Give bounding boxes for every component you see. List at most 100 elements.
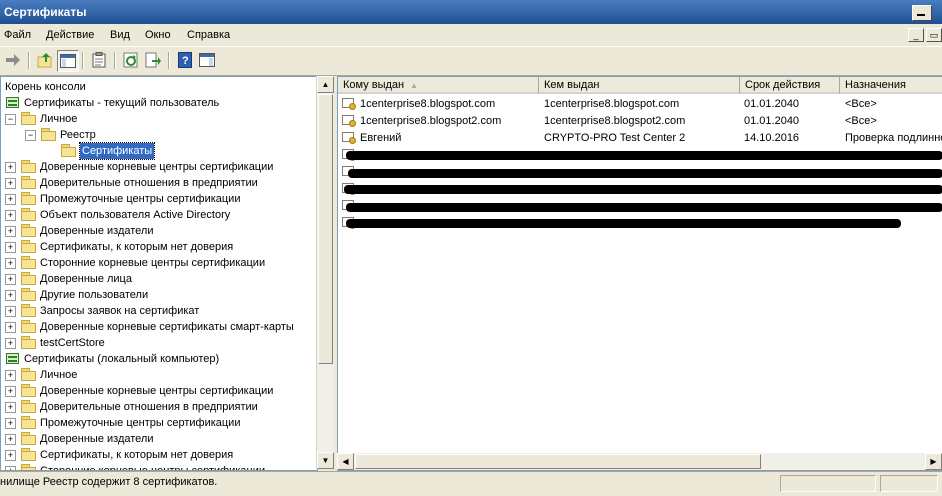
show-hide-tree-button[interactable] (57, 50, 79, 72)
scroll-down-button[interactable]: ▼ (317, 452, 334, 469)
menu-file[interactable]: Файл (4, 29, 31, 41)
folder-icon (21, 224, 37, 237)
redaction-mark (346, 151, 942, 160)
collapse-icon[interactable]: − (25, 130, 36, 141)
toolbar-separator (114, 52, 116, 69)
expand-icon[interactable]: + (5, 370, 16, 381)
expand-icon[interactable]: + (5, 226, 16, 237)
expand-icon[interactable]: + (5, 450, 16, 461)
expand-icon[interactable]: + (5, 306, 16, 317)
redacted-row[interactable] (338, 164, 942, 180)
up-folder-icon (37, 53, 52, 68)
export-list-button[interactable] (144, 51, 162, 69)
expand-icon[interactable]: + (5, 290, 16, 301)
tree-item-label: Доверенные корневые центры сертификации (40, 161, 274, 173)
cell-issued-by: 1centerprise8.blogspot.com (544, 98, 680, 110)
tree-item-label: Доверительные отношения в предприятии (40, 401, 258, 413)
tree-item-label: Запросы заявок на сертификат (40, 305, 200, 317)
tree-item-label: Сертификаты (локальный компьютер) (24, 353, 220, 365)
redacted-row[interactable] (338, 147, 942, 163)
folder-icon (21, 448, 37, 461)
scroll-right-button[interactable]: ▶ (925, 453, 942, 470)
menu-bar: Файл Действие Вид Окно Справка _ ▭ (0, 24, 942, 46)
folder-icon (21, 368, 37, 381)
scroll-up-button[interactable]: ▲ (317, 76, 334, 93)
certificate-list[interactable]: Кому выдан ▲ Кем выдан Срок действия Назн… (337, 76, 942, 471)
redaction-mark (346, 203, 942, 212)
folder-icon (21, 288, 37, 301)
expand-icon[interactable]: + (5, 434, 16, 445)
redacted-row[interactable] (338, 181, 942, 197)
expand-icon[interactable]: + (5, 402, 16, 413)
folder-icon (21, 304, 37, 317)
folder-icon (41, 128, 57, 141)
tree-item-label: Доверенные корневые центры сертификации (40, 385, 274, 397)
menu-action[interactable]: Действие (46, 29, 94, 41)
certificate-icon (342, 114, 358, 128)
tree-item-label: Сторонние корневые центры сертификации (40, 257, 266, 269)
expand-icon[interactable]: + (5, 322, 16, 333)
redacted-row[interactable] (338, 215, 942, 231)
menu-help[interactable]: Справка (187, 29, 230, 41)
redaction-mark (346, 219, 901, 228)
table-row[interactable]: 1centerprise8.blogspot2.com 1centerprise… (338, 113, 942, 129)
console-tree[interactable]: Корень консоли Сертификаты - текущий пол… (0, 76, 318, 471)
refresh-button[interactable] (122, 51, 140, 69)
properties-button[interactable] (90, 51, 108, 69)
list-horizontal-scrollbar[interactable]: ◀ ▶ (337, 453, 942, 470)
table-row[interactable]: 1centerprise8.blogspot.com 1centerprise8… (338, 96, 942, 112)
tree-item-label: Сертификаты, к которым нет доверия (40, 241, 234, 253)
svg-text:?: ? (182, 55, 189, 67)
mdi-restore-button[interactable]: ▭ (926, 28, 942, 42)
cell-purposes: Проверка подлинно (845, 132, 942, 144)
cell-purposes: <Все> (845, 98, 877, 110)
column-header-expiration[interactable]: Срок действия (740, 77, 840, 94)
certificate-store-icon (5, 95, 21, 110)
mdi-minimize-button[interactable]: _ (908, 28, 924, 42)
expand-icon[interactable]: + (5, 210, 16, 221)
minimize-button[interactable] (912, 5, 932, 21)
cell-issued-by: CRYPTO-PRO Test Center 2 (544, 132, 686, 144)
toolbar-separator (168, 52, 170, 69)
scroll-thumb[interactable] (355, 454, 761, 469)
menu-view[interactable]: Вид (110, 29, 130, 41)
column-header-purposes[interactable]: Назначения (840, 77, 942, 94)
expand-icon[interactable]: + (5, 258, 16, 269)
minimize-icon (917, 14, 925, 16)
column-header-issued-by-label: Кем выдан (544, 79, 600, 91)
expand-icon[interactable]: + (5, 418, 16, 429)
collapse-icon[interactable]: − (5, 114, 16, 125)
menu-window[interactable]: Окно (145, 29, 171, 41)
tree-item-label: Реестр (60, 129, 96, 141)
tree-item-label: Доверенные издатели (40, 433, 154, 445)
expand-icon[interactable]: + (5, 386, 16, 397)
expand-icon[interactable]: + (5, 162, 16, 173)
up-one-level-button[interactable] (36, 51, 54, 69)
folder-icon (21, 208, 37, 221)
folder-icon (21, 336, 37, 349)
folder-icon (21, 192, 37, 205)
folder-icon (21, 464, 37, 470)
expand-icon[interactable]: + (5, 194, 16, 205)
help-button[interactable]: ? (176, 51, 194, 69)
forward-button[interactable] (4, 51, 22, 69)
scroll-left-button[interactable]: ◀ (337, 453, 354, 470)
folder-icon (21, 272, 37, 285)
redaction-mark (348, 169, 942, 178)
export-list-icon (145, 52, 161, 68)
expand-icon[interactable]: + (5, 338, 16, 349)
tree-item-label: Сторонние корневые центры сертификации (40, 465, 266, 471)
expand-icon[interactable]: + (5, 274, 16, 285)
expand-icon[interactable]: + (5, 242, 16, 253)
cell-issued-to: 1centerprise8.blogspot.com (360, 98, 496, 110)
folder-icon (21, 240, 37, 253)
column-header-issued-by[interactable]: Кем выдан (539, 77, 740, 94)
status-pane (880, 475, 938, 492)
table-row[interactable]: Евгений CRYPTO-PRO Test Center 2 14.10.2… (338, 130, 942, 146)
console-pane-button[interactable] (198, 51, 216, 69)
tree-vertical-scrollbar[interactable]: ▲ ▼ (316, 76, 334, 469)
scroll-thumb[interactable] (318, 94, 333, 364)
column-header-issued-to[interactable]: Кому выдан ▲ (338, 77, 539, 94)
redacted-row[interactable] (338, 198, 942, 214)
expand-icon[interactable]: + (5, 178, 16, 189)
